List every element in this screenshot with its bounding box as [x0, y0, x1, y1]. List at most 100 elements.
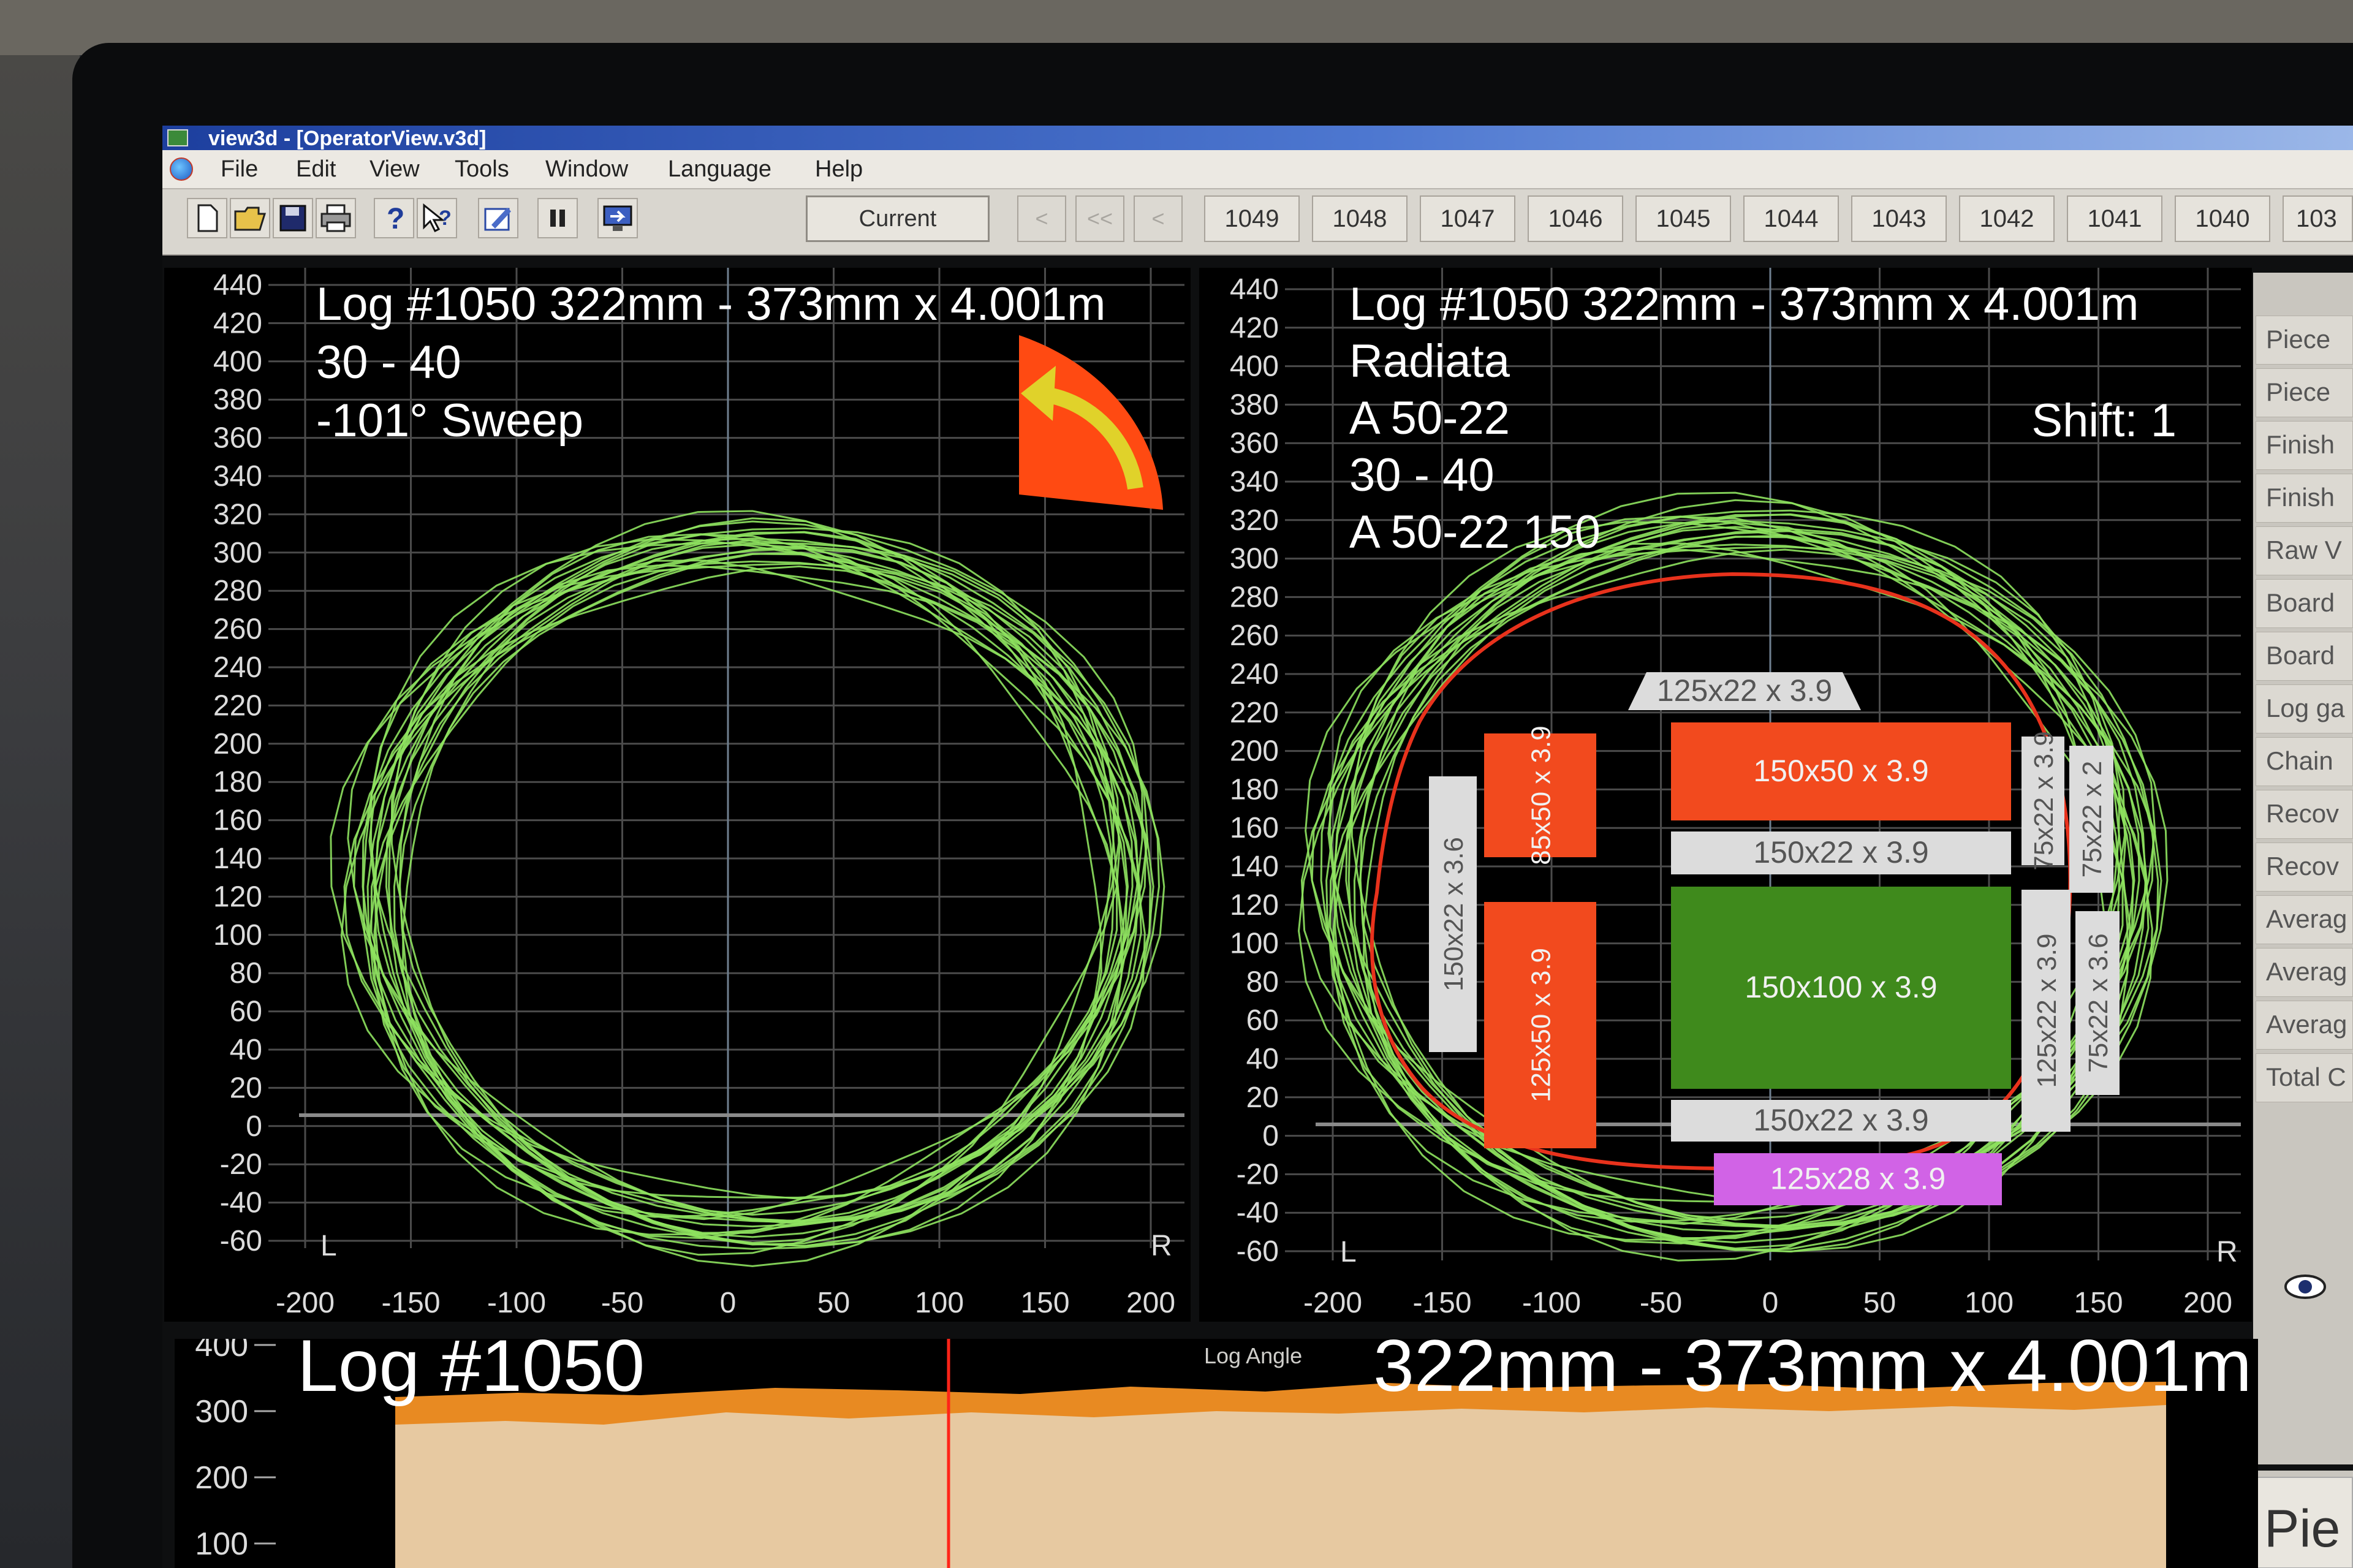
y-tick-label: -20	[1237, 1158, 1279, 1191]
y-tick-label: -60	[220, 1225, 262, 1257]
board-label: 75x22 x 3.9	[2029, 731, 2059, 871]
y-tick-label: 440	[213, 269, 262, 301]
log-profile-view[interactable]: 440 420 400 380 360 340 320 300 280 260 240 220 200 1…	[164, 268, 1191, 1322]
stat-row-label: Piece	[2256, 316, 2353, 365]
y-tick-label: -20	[220, 1148, 262, 1181]
log-button-1046[interactable]: 1046	[1528, 195, 1623, 242]
x-tick-label: -100	[1522, 1287, 1581, 1319]
board-block[interactable]: 125x22 x 3.9	[1628, 672, 1861, 710]
x-tick-label: -50	[1640, 1287, 1682, 1319]
menu-tools[interactable]: Tools	[455, 156, 509, 183]
board-block[interactable]: 150x22 x 3.6	[1429, 776, 1477, 1052]
y-tick-label: 220	[213, 689, 262, 722]
y-tick-label: 120	[213, 881, 262, 913]
board-block[interactable]: 150x100 x 3.9	[1671, 887, 2011, 1089]
toolbar: ? ? Current < << < 1049 1048 1047 1046 1…	[162, 189, 2353, 256]
log-button-1040[interactable]: 1040	[2175, 195, 2270, 242]
y-tick-label: 320	[1230, 504, 1279, 537]
x-axis-ticks: -200 -150 -100 -50 0 50 100 150 200	[1303, 1287, 2232, 1319]
context-help-icon[interactable]: ?	[417, 198, 457, 238]
x-tick-label: 50	[1863, 1287, 1896, 1319]
board-block[interactable]: 75x22 x 3.6	[2075, 911, 2120, 1095]
log-button-1048[interactable]: 1048	[1312, 195, 1408, 242]
open-folder-icon[interactable]	[230, 198, 270, 238]
log-button-1049[interactable]: 1049	[1204, 195, 1300, 242]
nav-prev-button[interactable]: <	[1017, 195, 1066, 242]
y-tick-label: 40	[1246, 1043, 1279, 1075]
y-tick-label: 280	[1230, 581, 1279, 613]
menu-language[interactable]: Language	[668, 156, 771, 183]
save-icon[interactable]	[273, 198, 313, 238]
x-tick-label: -200	[1303, 1287, 1362, 1319]
x-tick-label: -150	[381, 1287, 440, 1319]
x-tick-label: 100	[915, 1287, 964, 1319]
right-header-line-2: Radiata	[1349, 335, 1510, 387]
menu-view[interactable]: View	[369, 156, 420, 183]
log-length-profile-view[interactable]: 400 300 200 100 Log Angle Log #1050 322mm -…	[175, 1325, 2258, 1568]
shift-label: Shift: 1	[2031, 395, 2177, 447]
edit-icon[interactable]	[478, 198, 518, 238]
x-tick-label: 150	[2074, 1287, 2123, 1319]
board-label: 150x50 x 3.9	[1753, 754, 1928, 788]
log-button-1041[interactable]: 1041	[2067, 195, 2162, 242]
title-bar: view3d - [OperatorView.v3d]	[162, 126, 2353, 150]
y-tick-label: 300	[1230, 543, 1279, 575]
y-tick-label: 260	[1230, 619, 1279, 652]
stat-row-label: Chain	[2256, 737, 2353, 786]
y-tick-label: 60	[1246, 1004, 1279, 1037]
menu-edit[interactable]: Edit	[296, 156, 336, 183]
side-bottom-label: Pie	[2264, 1499, 2341, 1558]
x-tick-label: -50	[601, 1287, 643, 1319]
board-block[interactable]: 125x22 x 3.9	[2021, 890, 2071, 1132]
cutting-pattern-view[interactable]: 440 420 400 380 360 340 320 300 280 260 240 220 200 1…	[1199, 268, 2252, 1322]
log-button-1043[interactable]: 1043	[1851, 195, 1947, 242]
new-file-icon[interactable]	[187, 198, 227, 238]
right-header-line-1: Log #1050 322mm - 373mm x 4.001m	[1349, 278, 2139, 330]
board-block[interactable]: 150x22 x 3.9	[1671, 831, 2011, 874]
y-tick-label: 200	[195, 1460, 248, 1496]
monitor-icon[interactable]	[597, 198, 638, 238]
log-button-1044[interactable]: 1044	[1743, 195, 1839, 242]
board-block[interactable]: 125x28 x 3.9	[1714, 1153, 2002, 1205]
board-block[interactable]: 150x50 x 3.9	[1671, 722, 2011, 820]
log-scan-rings	[330, 510, 1165, 1267]
board-block[interactable]: 75x22 x 2	[2069, 746, 2113, 893]
print-icon[interactable]	[316, 198, 356, 238]
stat-row-label: Finish	[2256, 474, 2353, 523]
right-marker: R	[1151, 1230, 1172, 1262]
current-log-field[interactable]: Current	[806, 195, 990, 242]
y-tick-label: 160	[213, 805, 262, 837]
nav-rewind-button[interactable]: <<	[1075, 195, 1124, 242]
y-tick-label: 300	[195, 1394, 248, 1430]
board-block[interactable]: 75x22 x 3.9	[2021, 731, 2064, 871]
stat-row-label: Averag	[2256, 948, 2353, 997]
log-button-1047[interactable]: 1047	[1420, 195, 1515, 242]
stat-row-label: Board	[2256, 579, 2353, 628]
globe-icon[interactable]	[170, 157, 193, 181]
board-block[interactable]: 85x50 x 3.9	[1484, 725, 1596, 865]
stat-row-label: Board	[2256, 632, 2353, 681]
y-tick-label: 180	[1230, 773, 1279, 806]
y-tick-label: 340	[1230, 466, 1279, 498]
y-tick-label: 420	[1230, 312, 1279, 344]
eye-icon[interactable]	[2284, 1271, 2327, 1302]
stat-row-label: Recov	[2256, 843, 2353, 892]
menu-help[interactable]: Help	[815, 156, 863, 183]
log-button-1042[interactable]: 1042	[1959, 195, 2055, 242]
y-tick-label: 100	[1230, 928, 1279, 960]
log-button-103[interactable]: 103	[2283, 195, 2353, 242]
y-tick-label: 40	[230, 1034, 262, 1066]
log-button-1045[interactable]: 1045	[1635, 195, 1731, 242]
menu-window[interactable]: Window	[545, 156, 628, 183]
y-axis-ticks: 4404204003803603403203002802602402202001…	[1230, 273, 1279, 1268]
pause-icon[interactable]	[537, 198, 578, 238]
x-tick-label: -150	[1412, 1287, 1471, 1319]
board-label: 150x22 x 3.9	[1753, 835, 1928, 869]
board-block[interactable]: 150x22 x 3.9	[1671, 1100, 2011, 1142]
help-icon[interactable]: ?	[374, 198, 414, 238]
nav-back-button[interactable]: <	[1134, 195, 1183, 242]
board-block[interactable]: 125x50 x 3.9	[1484, 902, 1596, 1148]
y-tick-label: 160	[1230, 812, 1279, 844]
menu-file[interactable]: File	[221, 156, 258, 183]
stat-row-label: Recov	[2256, 790, 2353, 839]
